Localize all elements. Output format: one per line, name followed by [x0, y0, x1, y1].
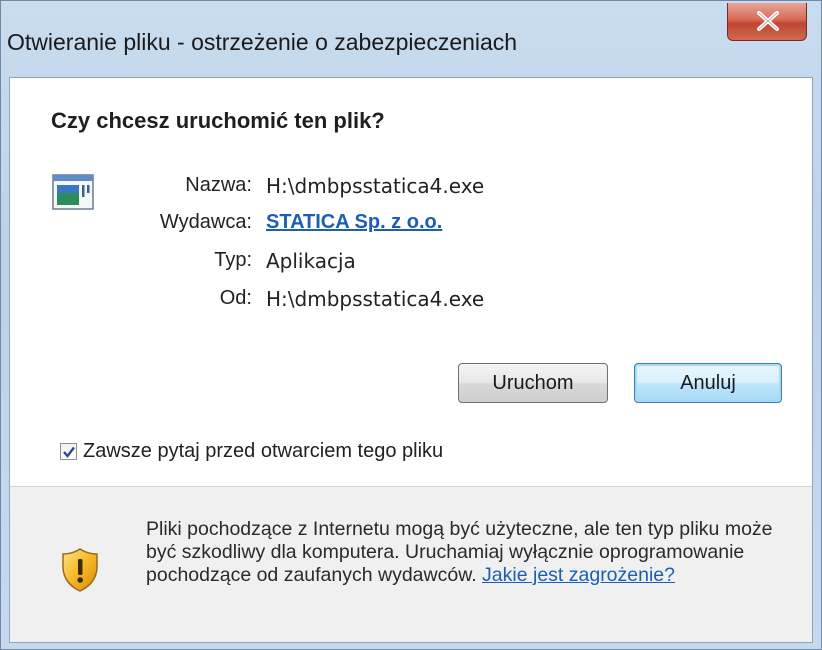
type-value: Aplikacja: [266, 249, 356, 273]
cancel-button[interactable]: Anuluj: [634, 363, 782, 403]
close-button[interactable]: [727, 3, 807, 41]
name-label: Nazwa:: [185, 174, 252, 196]
warning-message: Pliki pochodzące z Internetu mogą być uż…: [146, 518, 774, 587]
cancel-button-label: Anuluj: [680, 371, 736, 394]
warning-panel: Pliki pochodzące z Internetu mogą być uż…: [10, 487, 812, 642]
publisher-link[interactable]: STATICA Sp. z o.o.: [266, 211, 442, 234]
run-button[interactable]: Uruchom: [458, 363, 608, 403]
run-button-label: Uruchom: [492, 371, 574, 394]
risk-info-link[interactable]: Jakie jest zagrożenie?: [482, 564, 675, 586]
close-icon: [757, 11, 779, 31]
dialog-heading: Czy chcesz uruchomić ten plik?: [51, 108, 385, 133]
window-title: Otwieranie pliku - ostrzeżenie o zabezpi…: [7, 29, 518, 55]
warning-text: Pliki pochodzące z Internetu mogą być uż…: [146, 518, 773, 586]
type-label: Typ:: [214, 249, 252, 271]
dialog-body: Czy chcesz uruchomić ten plik? Nazwa: H:…: [9, 77, 813, 643]
always-ask-checkbox[interactable]: [60, 443, 77, 460]
always-ask-option[interactable]: Zawsze pytaj przed otwarciem tego pliku: [60, 440, 443, 463]
from-value: H:\dmbpsstatica4.exe: [266, 287, 485, 311]
application-icon: [52, 174, 94, 210]
dialog-window: Otwieranie pliku - ostrzeżenie o zabezpi…: [0, 0, 822, 650]
publisher-label: Wydawca:: [159, 211, 252, 233]
warning-shield-icon: [62, 548, 98, 592]
name-value: H:\dmbpsstatica4.exe: [266, 174, 485, 198]
always-ask-label: Zawsze pytaj przed otwarciem tego pliku: [83, 440, 444, 462]
from-label: Od:: [219, 287, 252, 309]
title-bar[interactable]: Otwieranie pliku - ostrzeżenie o zabezpi…: [1, 1, 821, 76]
checkmark-icon: [63, 446, 75, 458]
